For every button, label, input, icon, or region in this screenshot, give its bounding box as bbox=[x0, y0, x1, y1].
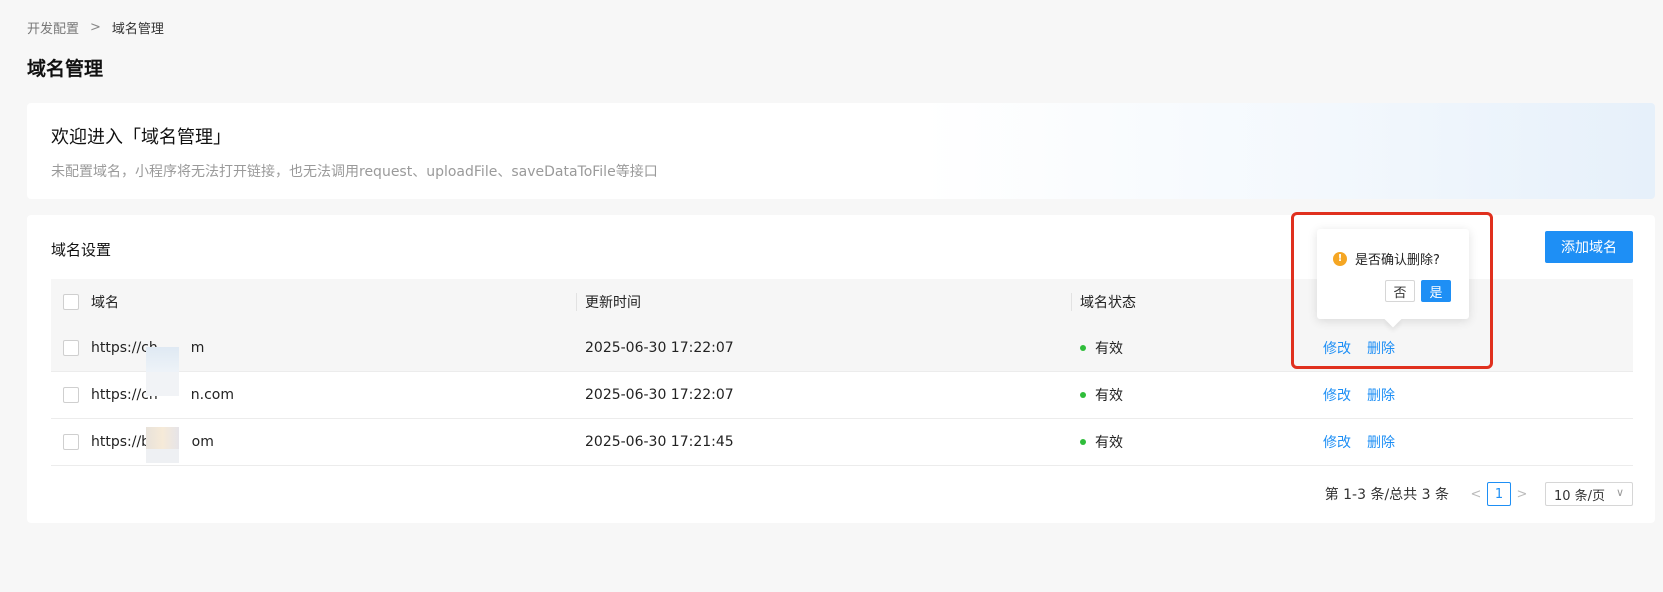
delete-link[interactable]: 删除 bbox=[1367, 385, 1395, 405]
edit-link[interactable]: 修改 bbox=[1323, 338, 1351, 358]
welcome-description: 未配置域名，小程序将无法打开链接，也无法调用request、uploadFile… bbox=[51, 164, 658, 180]
redacted-mask bbox=[146, 449, 179, 463]
update-time: 2025-06-30 17:22:07 bbox=[585, 387, 734, 403]
redacted-mask bbox=[146, 372, 179, 396]
status-dot-icon bbox=[1080, 345, 1086, 351]
page: 开发配置 > 域名管理 域名管理 欢迎进入「域名管理」 未配置域名，小程序将无法… bbox=[0, 0, 1663, 592]
column-header-time: 更新时间 bbox=[576, 279, 1071, 325]
row-checkbox[interactable] bbox=[63, 434, 79, 450]
delete-link[interactable]: 删除 bbox=[1367, 432, 1395, 452]
breadcrumb-current: 域名管理 bbox=[111, 22, 164, 37]
welcome-title: 欢迎进入「域名管理」 bbox=[51, 127, 231, 148]
edit-link[interactable]: 修改 bbox=[1323, 432, 1351, 452]
pagination: 第 1-3 条/总共 3 条 < 1 > 10 条/页 ∨ bbox=[1325, 482, 1633, 506]
breadcrumb-parent[interactable]: 开发配置 bbox=[27, 18, 79, 37]
domain-text-tail: om bbox=[191, 434, 214, 450]
delete-link[interactable]: 删除 bbox=[1367, 338, 1395, 358]
popconfirm-text: 是否确认删除? bbox=[1355, 253, 1440, 268]
page-number-1[interactable]: 1 bbox=[1487, 482, 1511, 506]
table-row: https://ch n.com 2025-06-30 17:22:07 有效 … bbox=[51, 372, 1633, 419]
table-row: https://ba om 2025-06-30 17:21:45 有效 修改 … bbox=[51, 419, 1633, 466]
delete-popconfirm: ! 是否确认删除? 否 是 bbox=[1317, 229, 1469, 319]
status-text: 有效 bbox=[1095, 341, 1123, 357]
popconfirm-message: ! 是否确认删除? bbox=[1333, 249, 1440, 268]
column-header-domain: 域名 bbox=[91, 295, 119, 311]
add-domain-button[interactable]: 添加域名 bbox=[1545, 231, 1633, 263]
prev-page-icon[interactable]: < bbox=[1465, 487, 1487, 502]
pagination-total: 第 1-3 条/总共 3 条 bbox=[1324, 487, 1449, 503]
domain-text-tail: m bbox=[190, 340, 205, 356]
page-title: 域名管理 bbox=[27, 58, 104, 80]
status-dot-icon bbox=[1080, 392, 1086, 398]
status-dot-icon bbox=[1080, 439, 1086, 445]
update-time: 2025-06-30 17:21:45 bbox=[585, 434, 734, 450]
domain-text-tail: n.com bbox=[190, 387, 234, 403]
page-size-value: 10 条/页 bbox=[1554, 488, 1606, 504]
status-text: 有效 bbox=[1095, 435, 1123, 451]
status-text: 有效 bbox=[1095, 388, 1123, 404]
row-checkbox[interactable] bbox=[63, 387, 79, 403]
breadcrumb-separator: > bbox=[90, 20, 101, 35]
select-all-checkbox[interactable] bbox=[63, 294, 79, 310]
page-size-select[interactable]: 10 条/页 ∨ bbox=[1545, 482, 1633, 506]
chevron-down-icon: ∨ bbox=[1615, 486, 1624, 499]
row-checkbox[interactable] bbox=[63, 340, 79, 356]
redacted-mask bbox=[146, 347, 179, 373]
column-header-status: 域名状态 bbox=[1071, 279, 1323, 325]
next-page-icon[interactable]: > bbox=[1511, 487, 1533, 502]
confirm-button[interactable]: 是 bbox=[1421, 280, 1451, 302]
edit-link[interactable]: 修改 bbox=[1323, 385, 1351, 405]
update-time: 2025-06-30 17:22:07 bbox=[585, 340, 734, 356]
cancel-button[interactable]: 否 bbox=[1385, 280, 1415, 302]
settings-title: 域名设置 bbox=[51, 241, 112, 259]
redacted-mask bbox=[146, 427, 179, 449]
breadcrumb: 开发配置 > 域名管理 bbox=[27, 18, 164, 37]
welcome-card: 欢迎进入「域名管理」 未配置域名，小程序将无法打开链接，也无法调用request… bbox=[27, 103, 1655, 199]
table-row: https://ch m 2025-06-30 17:22:07 有效 修改 删… bbox=[51, 325, 1633, 373]
warning-icon: ! bbox=[1333, 251, 1347, 266]
